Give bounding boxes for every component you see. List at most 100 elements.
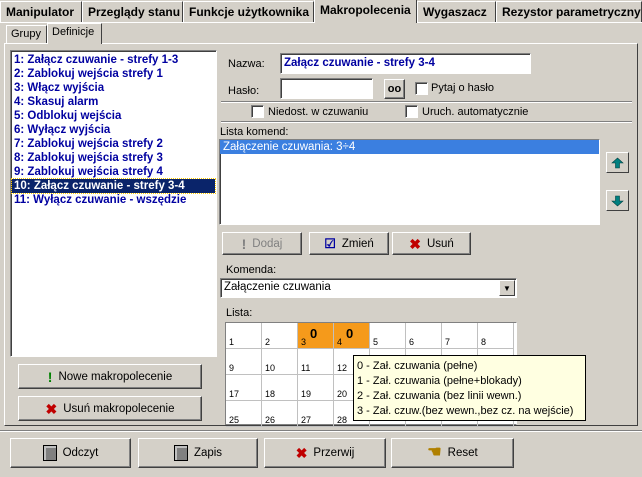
macro-list-item[interactable]: 9: Zablokuj wejścia strefy 4: [12, 165, 215, 179]
calculator-icon: [42, 445, 57, 461]
write-label: Zapis: [193, 447, 223, 459]
password-label: Hasło:: [228, 85, 260, 97]
tooltip-line: 1 - Zał. czuwania (pełne+blokady): [357, 375, 522, 387]
zone-cell[interactable]: 40: [334, 323, 370, 349]
exclamation-icon: !: [241, 235, 247, 252]
zone-number: 8: [481, 337, 487, 347]
zone-cell[interactable]: 30: [298, 323, 334, 349]
macro-list[interactable]: 1: Załącz czuwanie - strefy 1-3 2: Zablok…: [10, 50, 217, 357]
auto-start-label: Uruch. automatycznie: [422, 106, 529, 118]
zone-cell[interactable]: 10: [262, 349, 298, 375]
tab-user-functions[interactable]: Funkcje użytkownika: [183, 1, 314, 22]
command-select-value: Załączenie czuwania: [224, 281, 331, 293]
tab-screensaver[interactable]: Wygaszacz: [417, 1, 496, 22]
zones-list-label: Lista:: [226, 307, 253, 319]
macro-list-item[interactable]: 10: Załącz czuwanie - strefy 3-4: [11, 178, 216, 194]
zone-number: 18: [265, 389, 276, 399]
macro-list-item[interactable]: 1: Załącz czuwanie - strefy 1-3: [12, 53, 215, 67]
zone-cell[interactable]: 19: [298, 375, 334, 401]
macro-list-item[interactable]: 5: Odblokuj wejścia: [12, 109, 215, 123]
zone-cell[interactable]: 25: [226, 401, 262, 427]
zone-number: 2: [265, 337, 271, 347]
zone-number: 27: [301, 415, 312, 425]
password-toggle-button[interactable]: oo: [384, 79, 405, 99]
zone-cell[interactable]: 17: [226, 375, 262, 401]
auto-start-checkbox[interactable]: [405, 105, 418, 118]
tab-groups[interactable]: Grupy: [6, 25, 47, 43]
zone-number: 5: [373, 337, 379, 347]
command-select[interactable]: Załączenie czuwania ▼: [220, 278, 517, 298]
delete-macro-label: Usuń makropolecenie: [63, 402, 175, 415]
remove-command-button[interactable]: ✖ Usuń: [392, 232, 471, 255]
tab-macros[interactable]: Makropolecenia: [314, 0, 417, 23]
zone-cell[interactable]: 8: [478, 323, 514, 349]
arming-mode-tooltip: 0 - Zał. czuwania (pełne) 1 - Zał. czuwa…: [353, 355, 586, 421]
chevron-down-icon[interactable]: ▼: [499, 280, 515, 296]
new-macro-label: Nowe makropolecenie: [58, 370, 173, 383]
zone-cell[interactable]: 27: [298, 401, 334, 427]
move-down-button[interactable]: [606, 190, 629, 211]
macro-list-item[interactable]: 2: Zablokuj wejścia strefy 1: [12, 67, 215, 81]
not-available-checkbox[interactable]: [251, 105, 264, 118]
macro-list-item[interactable]: 3: Włącz wyjścia: [12, 81, 215, 95]
zone-number: 9: [229, 363, 235, 373]
zone-cell[interactable]: 2: [262, 323, 298, 349]
zone-cell[interactable]: 26: [262, 401, 298, 427]
command-label: Komenda:: [226, 264, 277, 276]
options-separator: [221, 101, 632, 103]
tooltip-line: 3 - Zał. czuw.(bez wewn.,bez cz. na wejś…: [357, 405, 574, 417]
zone-number: 7: [445, 337, 451, 347]
zone-number: 4: [337, 337, 343, 347]
macro-list-item[interactable]: 11: Wyłącz czuwanie - wszędzie: [12, 193, 215, 207]
reset-button[interactable]: ☚ Reset: [391, 438, 514, 468]
hand-icon: ☚: [427, 444, 442, 461]
zone-cell[interactable]: 6: [406, 323, 442, 349]
glasses-icon: oo: [387, 83, 402, 95]
bottom-separator: [0, 430, 642, 432]
zone-mode-value: 0: [310, 326, 318, 341]
zone-cell[interactable]: 5: [370, 323, 406, 349]
add-command-label: Dodaj: [252, 237, 283, 250]
tooltip-line: 2 - Zał. czuwania (bez linii wewn.): [357, 390, 522, 402]
zone-number: 3: [301, 337, 307, 347]
ask-password-checkbox[interactable]: [415, 82, 428, 95]
zone-number: 20: [337, 389, 348, 399]
macro-list-item[interactable]: 8: Zablokuj wejścia strefy 3: [12, 151, 215, 165]
tab-parametric-resistor[interactable]: Rezystor parametryczny: [496, 1, 642, 22]
move-up-button[interactable]: [606, 152, 629, 173]
macro-list-item[interactable]: 7: Zablokuj wejścia strefy 2: [12, 137, 215, 151]
exclamation-icon: !: [47, 368, 53, 385]
reset-label: Reset: [447, 447, 478, 459]
write-button[interactable]: Zapis: [138, 438, 258, 468]
macro-list-item[interactable]: 4: Skasuj alarm: [12, 95, 215, 109]
command-list-item[interactable]: Załączenie czuwania: 3÷4: [220, 140, 599, 154]
arrow-down-icon: [611, 195, 624, 206]
tab-manipulator[interactable]: Manipulator: [0, 1, 82, 22]
macro-list-item[interactable]: 6: Wyłącz wyjścia: [12, 123, 215, 137]
zone-cell[interactable]: 1: [226, 323, 262, 349]
command-list[interactable]: Załączenie czuwania: 3÷4: [219, 139, 600, 225]
zone-cell[interactable]: 18: [262, 375, 298, 401]
zone-number: 6: [409, 337, 415, 347]
checkbox-icon: ☑: [324, 236, 336, 251]
add-command-button[interactable]: ! Dodaj: [222, 232, 302, 255]
delete-macro-button[interactable]: ✖ Usuń makropolecenie: [18, 396, 202, 421]
x-icon: ✖: [409, 235, 421, 252]
zone-cell[interactable]: 7: [442, 323, 478, 349]
read-button[interactable]: Odczyt: [10, 438, 131, 468]
zone-mode-value: 0: [346, 326, 354, 341]
interrupt-button[interactable]: ✖ Przerwij: [264, 438, 386, 468]
arrow-up-icon: [611, 157, 624, 168]
new-macro-button[interactable]: ! Nowe makropolecenie: [18, 364, 202, 389]
name-label: Nazwa:: [228, 58, 265, 70]
zone-cell[interactable]: 11: [298, 349, 334, 375]
tooltip-line: 0 - Zał. czuwania (pełne): [357, 360, 478, 372]
change-command-button[interactable]: ☑ Zmień: [309, 232, 389, 255]
password-field[interactable]: [280, 78, 373, 99]
zone-number: 25: [229, 415, 240, 425]
tab-definitions[interactable]: Definicje: [47, 23, 102, 44]
tab-status-reviews[interactable]: Przeglądy stanu: [82, 1, 183, 22]
name-field[interactable]: Załącz czuwanie - strefy 3-4: [280, 53, 531, 74]
x-icon: ✖: [295, 445, 308, 461]
zone-cell[interactable]: 9: [226, 349, 262, 375]
